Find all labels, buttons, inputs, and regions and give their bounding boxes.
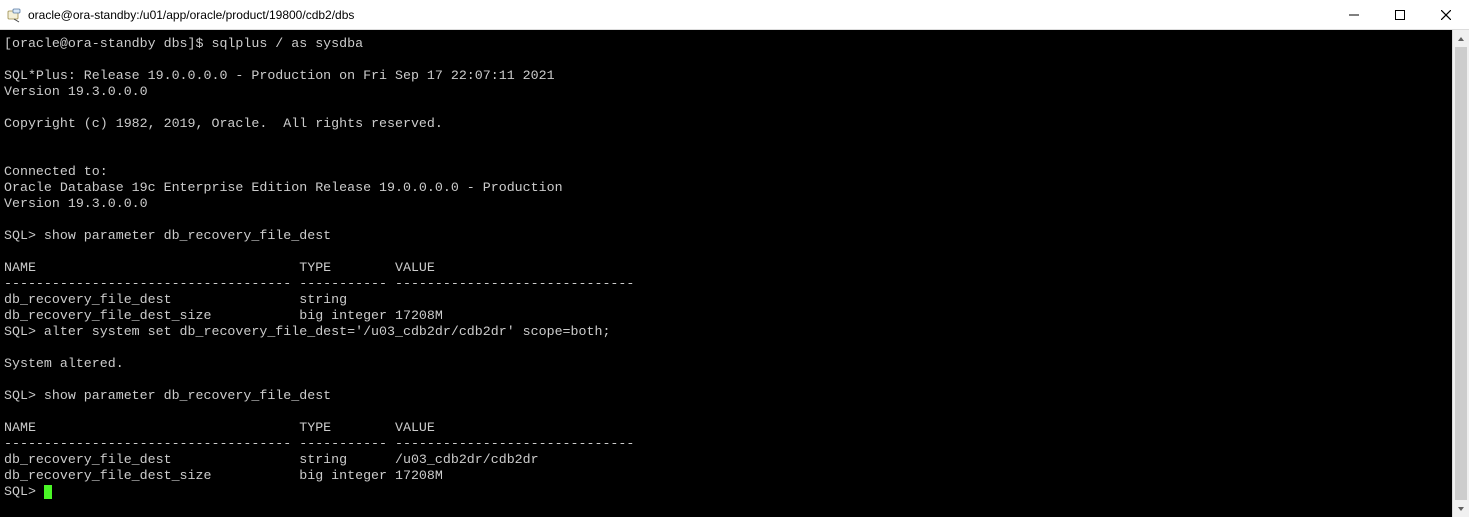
window-controls bbox=[1331, 0, 1469, 29]
window-title: oracle@ora-standby:/u01/app/oracle/produ… bbox=[28, 8, 354, 22]
window-titlebar: oracle@ora-standby:/u01/app/oracle/produ… bbox=[0, 0, 1469, 30]
scroll-up-button[interactable] bbox=[1453, 30, 1469, 47]
terminal-cursor bbox=[44, 485, 52, 499]
maximize-button[interactable] bbox=[1377, 0, 1423, 29]
vertical-scrollbar[interactable] bbox=[1452, 30, 1469, 517]
scrollbar-thumb[interactable] bbox=[1455, 47, 1467, 500]
terminal-area: [oracle@ora-standby dbs]$ sqlplus / as s… bbox=[0, 30, 1469, 517]
minimize-button[interactable] bbox=[1331, 0, 1377, 29]
terminal-output[interactable]: [oracle@ora-standby dbs]$ sqlplus / as s… bbox=[0, 30, 1452, 517]
titlebar-left: oracle@ora-standby:/u01/app/oracle/produ… bbox=[6, 7, 354, 23]
scroll-down-button[interactable] bbox=[1453, 500, 1469, 517]
scrollbar-track[interactable] bbox=[1453, 47, 1469, 500]
putty-icon bbox=[6, 7, 22, 23]
close-button[interactable] bbox=[1423, 0, 1469, 29]
